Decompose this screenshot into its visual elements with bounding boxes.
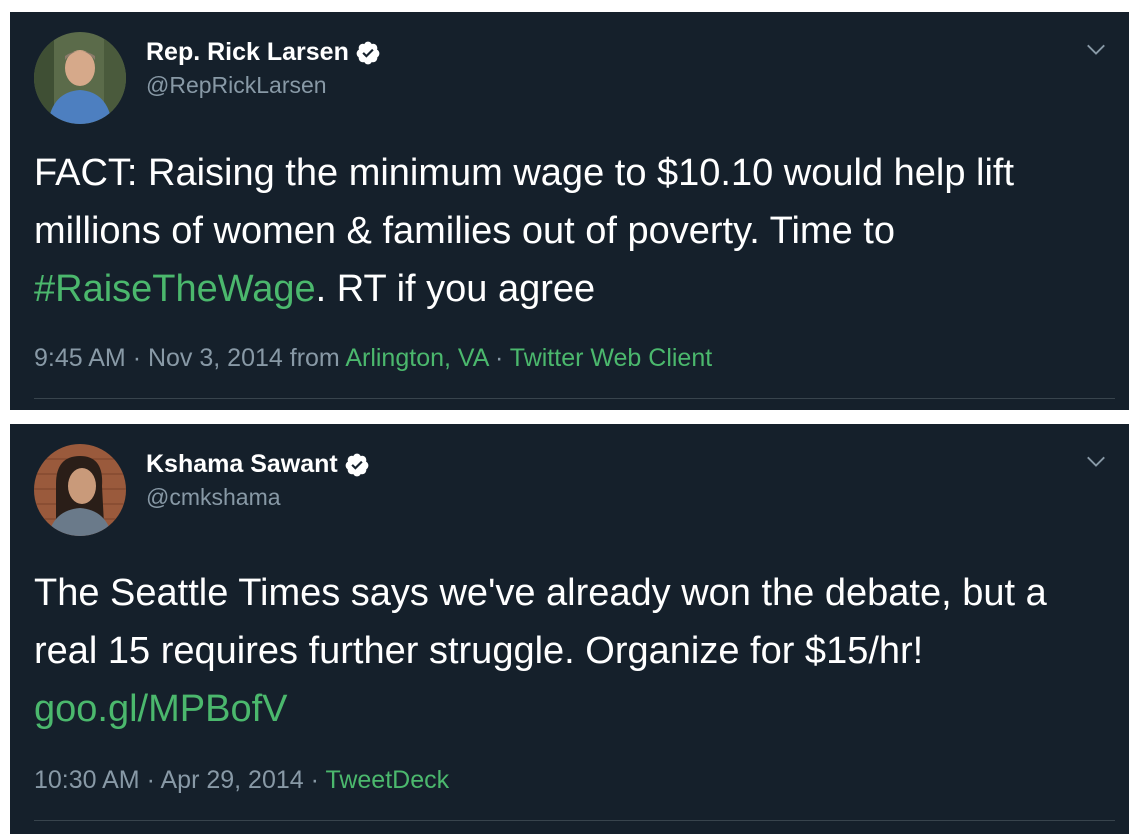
tweet-date[interactable]: Apr 29, 2014 bbox=[161, 766, 304, 794]
divider bbox=[34, 398, 1115, 399]
tweet-time[interactable]: 9:45 AM bbox=[34, 344, 126, 372]
meta-separator: · bbox=[132, 344, 142, 372]
location-link[interactable]: Arlington, VA bbox=[345, 344, 488, 372]
author-handle[interactable]: @cmkshama bbox=[146, 484, 281, 511]
chevron-down-icon[interactable] bbox=[1085, 450, 1107, 472]
tweet-text: The Seattle Times says we've already won… bbox=[34, 564, 1114, 738]
tweet-text-part: FACT: Raising the minimum wage to $10.10… bbox=[34, 152, 1015, 252]
author-handle[interactable]: @RepRickLarsen bbox=[146, 72, 327, 99]
tweet-meta: 10:30 AM · Apr 29, 2014 · TweetDeck bbox=[34, 766, 449, 795]
tweet-card[interactable]: Kshama Sawant @cmkshama The Seattle Time… bbox=[10, 424, 1129, 834]
hashtag-link[interactable]: #RaiseTheWage bbox=[34, 268, 316, 310]
divider bbox=[34, 820, 1115, 821]
client-link[interactable]: TweetDeck bbox=[325, 766, 449, 794]
meta-separator: · bbox=[494, 344, 504, 372]
meta-separator: · bbox=[310, 766, 319, 794]
tweet-text: FACT: Raising the minimum wage to $10.10… bbox=[34, 144, 1114, 318]
from-label: from bbox=[289, 344, 340, 372]
author-name[interactable]: Rep. Rick Larsen bbox=[146, 38, 349, 67]
verified-badge-icon bbox=[345, 453, 369, 476]
tweet-text-part: . RT if you agree bbox=[315, 268, 596, 310]
client-link[interactable]: Twitter Web Client bbox=[510, 344, 712, 372]
tweet-date[interactable]: Nov 3, 2014 bbox=[148, 344, 283, 372]
avatar[interactable] bbox=[34, 32, 126, 124]
avatar[interactable] bbox=[34, 444, 126, 536]
tweet-text-part: The Seattle Times says we've already won… bbox=[34, 572, 1047, 672]
tweet-meta: 9:45 AM · Nov 3, 2014 from Arlington, VA… bbox=[34, 344, 712, 373]
author-name[interactable]: Kshama Sawant bbox=[146, 450, 338, 479]
verified-badge-icon bbox=[356, 41, 380, 64]
tweet-card[interactable]: Rep. Rick Larsen @RepRickLarsen FACT: Ra… bbox=[10, 12, 1129, 410]
chevron-down-icon[interactable] bbox=[1085, 38, 1107, 60]
url-link[interactable]: goo.gl/MPBofV bbox=[34, 688, 287, 730]
meta-separator: · bbox=[146, 766, 155, 794]
tweet-time[interactable]: 10:30 AM bbox=[34, 766, 140, 794]
